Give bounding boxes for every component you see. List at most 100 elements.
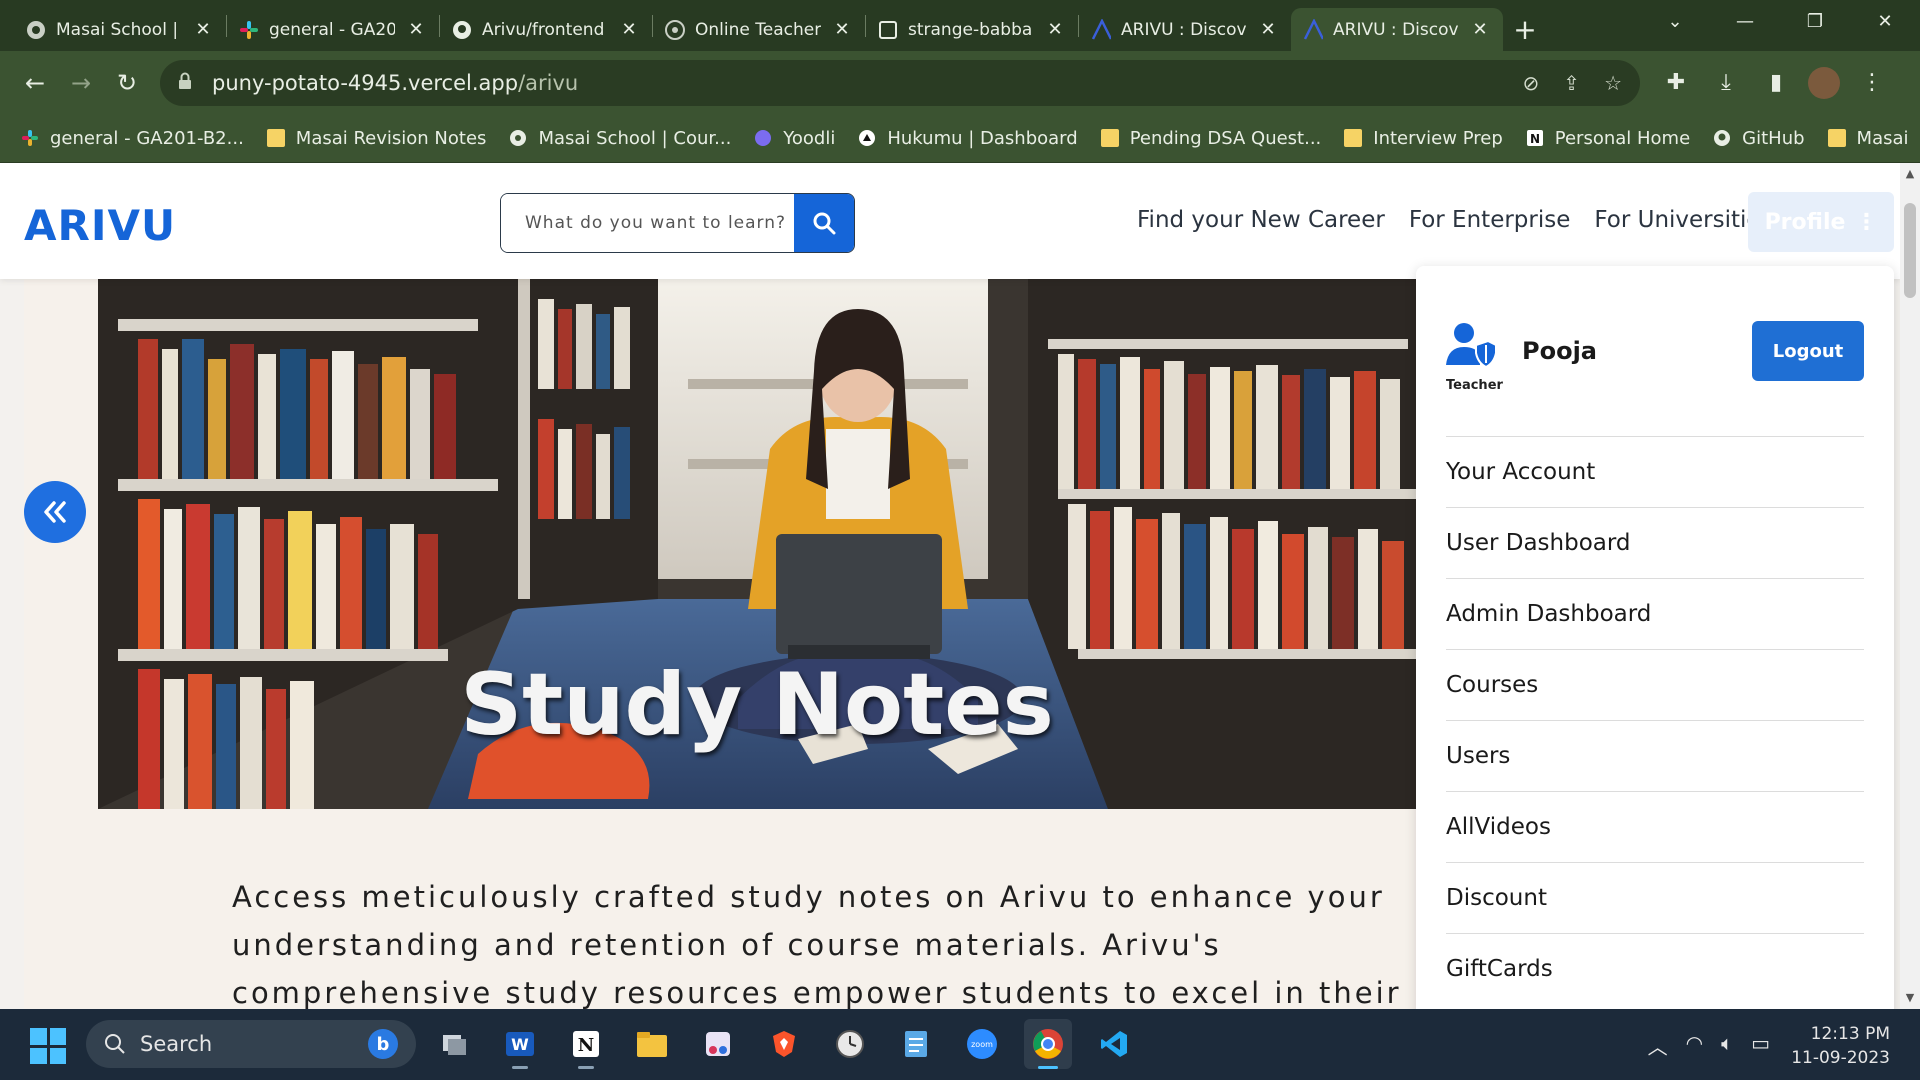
bookmark-item[interactable]: GitHub [1712, 128, 1805, 149]
taskbar-clock[interactable]: 12:13 PM 11-09-2023 [1791, 1022, 1890, 1070]
folder-icon [1343, 128, 1363, 148]
logout-button[interactable]: Logout [1752, 321, 1864, 381]
github-icon [1712, 128, 1732, 148]
close-window-icon[interactable]: ✕ [1850, 0, 1920, 44]
address-bar[interactable]: puny-potato-4945.vercel.app/arivu ⊘ ⇪ ☆ [160, 59, 1640, 106]
menu-item-user-dashboard[interactable]: User Dashboard [1446, 507, 1864, 578]
battery-icon[interactable]: ▭ [1751, 1031, 1770, 1060]
menu-item-your-account[interactable]: Your Account [1446, 436, 1864, 507]
teacher-icon [1446, 321, 1497, 371]
tab-online-teacher[interactable]: Online Teacher ✕ [653, 8, 865, 51]
back-arrow-icon[interactable]: ← [12, 60, 58, 106]
profile-button[interactable]: Profile ⋮ [1748, 192, 1894, 252]
tab-masai-school[interactable]: Masai School | ✕ [14, 8, 226, 51]
bookmark-item[interactable]: Masai [1827, 128, 1909, 149]
search-button[interactable] [794, 194, 854, 252]
tab-arivu-1[interactable]: ARIVU : Discov ✕ [1079, 8, 1291, 51]
bookmark-item[interactable]: Hukumu | Dashboard [857, 127, 1078, 149]
scroll-up-arrow-icon[interactable]: ▲ [1900, 165, 1920, 183]
carousel-prev-button[interactable] [24, 481, 86, 543]
bookmark-item[interactable]: Yoodli [753, 128, 835, 149]
snipping-tool-icon[interactable] [694, 1019, 742, 1069]
forward-arrow-icon[interactable]: → [58, 60, 104, 106]
bookmark-item[interactable]: Masai Revision Notes [266, 128, 486, 149]
menu-item-courses[interactable]: Courses [1446, 649, 1864, 720]
bookmark-item[interactable]: general - GA201-B2... [20, 128, 244, 149]
new-tab-button[interactable]: + [1503, 8, 1547, 51]
bookmark-item[interactable]: N Personal Home [1525, 128, 1690, 149]
profile-avatar[interactable] [1808, 66, 1840, 99]
tab-arivu-active[interactable]: ARIVU : Discov ✕ [1291, 8, 1503, 51]
download-icon[interactable]: ⤓ [1708, 65, 1744, 101]
bookmark-star-icon[interactable]: ☆ [1604, 71, 1622, 95]
wifi-icon[interactable]: ◠ [1686, 1031, 1703, 1060]
bookmark-item[interactable]: Pending DSA Quest... [1100, 128, 1321, 149]
menu-item-all-videos[interactable]: AllVideos [1446, 791, 1864, 862]
address-bar-actions: ⊘ ⇪ ☆ [1523, 71, 1622, 95]
tab-close-icon[interactable]: ✕ [1257, 19, 1279, 40]
tab-search-chevron-icon[interactable]: ⌄ [1640, 0, 1710, 44]
taskbar-search[interactable]: Search b [86, 1020, 416, 1068]
nav-link-new-career[interactable]: Find your New Career [1137, 207, 1385, 233]
slack-icon [239, 20, 259, 40]
scrollbar-thumb[interactable] [1904, 203, 1916, 298]
tab-github-arivu[interactable]: Arivu/frontend ✕ [440, 8, 652, 51]
lock-icon[interactable] [178, 71, 198, 95]
minimize-icon[interactable]: — [1710, 0, 1780, 44]
bing-icon[interactable]: b [368, 1029, 398, 1059]
svg-text:zoom: zoom [971, 1040, 993, 1049]
clock-app-icon[interactable] [826, 1019, 874, 1069]
nav-link-enterprise[interactable]: For Enterprise [1409, 207, 1571, 233]
tab-slack-general[interactable]: general - GA20 ✕ [227, 8, 439, 51]
reload-icon[interactable]: ↻ [104, 60, 150, 106]
tab-strange-babbage[interactable]: strange-babba ✕ [866, 8, 1078, 51]
side-panel-icon[interactable]: ▮ [1758, 65, 1794, 101]
dropdown-user-header: Teacher Pooja Logout [1446, 321, 1864, 421]
nav-link-universities[interactable]: For Universities [1594, 207, 1772, 233]
menu-item-discount[interactable]: Discount [1446, 862, 1864, 933]
tab-title: general - GA20 [269, 19, 395, 40]
brave-browser-icon[interactable] [760, 1019, 808, 1069]
extensions-icon[interactable]: ✚ [1658, 65, 1694, 101]
tab-close-icon[interactable]: ✕ [405, 19, 427, 40]
tab-close-icon[interactable]: ✕ [192, 19, 214, 40]
browser-tab-strip: Masai School | ✕ general - GA20 ✕ Arivu/… [0, 0, 1920, 51]
site-header: ARIVU Find your New Career For Enterpris… [0, 163, 1900, 279]
notepad-icon[interactable] [892, 1019, 940, 1069]
profile-button-label: Profile [1764, 209, 1846, 235]
menu-kebab-icon[interactable]: ⋮ [1854, 65, 1890, 101]
vscode-icon[interactable] [1090, 1019, 1138, 1069]
restore-icon[interactable]: ❐ [1780, 0, 1850, 44]
eye-off-icon[interactable]: ⊘ [1523, 71, 1540, 95]
masai-icon [26, 20, 46, 40]
zoom-icon[interactable]: zoom [958, 1019, 1006, 1069]
volume-icon[interactable]: 🔈︎ [1721, 1031, 1733, 1060]
notion-icon[interactable]: N [562, 1019, 610, 1069]
share-icon[interactable]: ⇪ [1563, 71, 1580, 95]
menu-item-admin-dashboard[interactable]: Admin Dashboard [1446, 578, 1864, 649]
bookmark-item[interactable]: Interview Prep [1343, 128, 1503, 149]
windows-start-button[interactable] [30, 1028, 66, 1064]
profile-dropdown: Teacher Pooja Logout Your Account User D… [1416, 266, 1894, 1009]
arivu-logo[interactable]: ARIVU [24, 201, 176, 250]
bookmark-label: Masai School | Cour... [538, 127, 732, 149]
menu-item-users[interactable]: Users [1446, 720, 1864, 791]
file-explorer-icon[interactable] [628, 1019, 676, 1069]
tab-title: strange-babba [908, 19, 1033, 40]
page-scrollbar[interactable]: ▲ ▼ [1900, 163, 1920, 1009]
bookmark-label: Hukumu | Dashboard [887, 127, 1078, 149]
menu-item-giftcards[interactable]: GiftCards [1446, 933, 1864, 1004]
word-icon[interactable]: W [496, 1019, 544, 1069]
tab-close-icon[interactable]: ✕ [831, 19, 853, 40]
bookmark-item[interactable]: Masai School | Cour... [508, 128, 731, 149]
tab-close-icon[interactable]: ✕ [618, 19, 640, 40]
task-view-icon[interactable] [430, 1019, 478, 1069]
scroll-down-arrow-icon[interactable]: ▼ [1900, 989, 1920, 1007]
chrome-icon[interactable] [1024, 1019, 1072, 1069]
tray-overflow-chevron-icon[interactable]: ︿ [1648, 1031, 1668, 1060]
tab-close-icon[interactable]: ✕ [1044, 19, 1066, 40]
github-icon [452, 20, 472, 40]
tab-close-icon[interactable]: ✕ [1469, 19, 1491, 40]
course-search-input[interactable] [501, 194, 794, 252]
tab-title: ARIVU : Discov [1333, 19, 1459, 40]
